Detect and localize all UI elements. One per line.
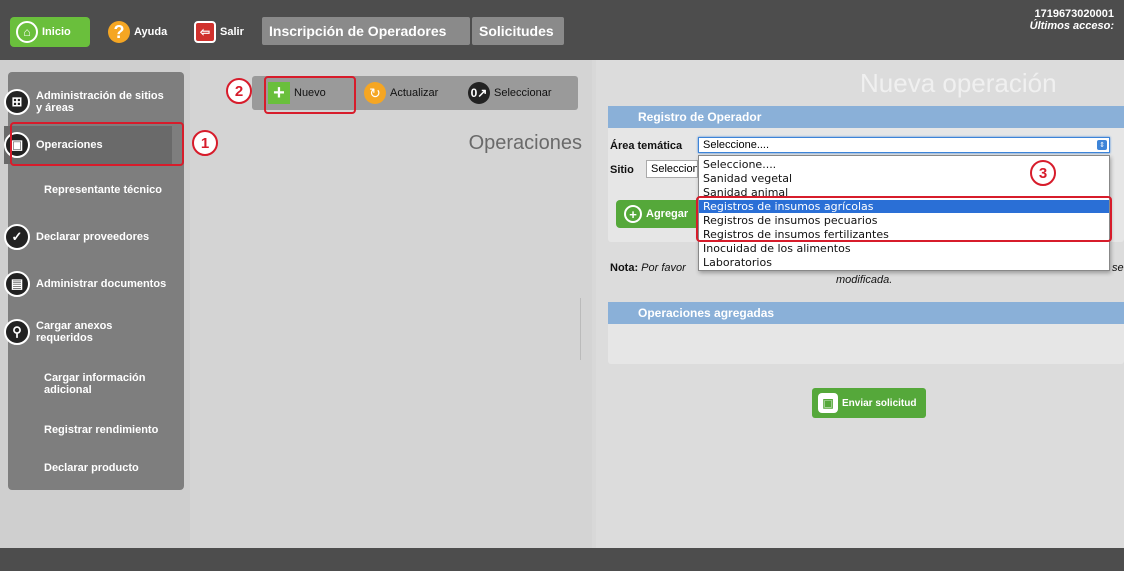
sitemap-icon: ⊞ <box>4 89 30 115</box>
tab-solicitudes[interactable]: Solicitudes <box>472 17 564 45</box>
seleccionar-button[interactable]: 0↗ Seleccionar <box>468 79 551 107</box>
exit-icon: ⇦ <box>194 21 216 43</box>
sidebar-item-representante-tecnico[interactable]: Representante técnico <box>4 176 172 204</box>
enviar-label: Enviar solicitud <box>842 397 917 409</box>
sidebar-item-administrar-documentos[interactable]: ▤ Administrar documentos <box>4 268 172 300</box>
paperclip-icon: ⚲ <box>4 319 30 345</box>
operaciones-title: Operaciones <box>468 132 582 154</box>
refresh-icon: ↻ <box>364 82 386 104</box>
top-bar: ⌂ Inicio ? Ayuda ⇦ Salir Inscripción de … <box>0 0 1124 60</box>
nueva-operacion-title: Nueva operación <box>860 68 1057 98</box>
sidebar-item-cargar-anexos[interactable]: ⚲ Cargar anexos requeridos <box>4 316 172 348</box>
select-pointer-icon: 0↗ <box>468 82 490 104</box>
user-info: 1719673020001 Últimos acceso: <box>1030 8 1114 32</box>
enviar-solicitud-button[interactable]: ▣ Enviar solicitud <box>812 388 926 418</box>
area-tematica-label: Área temática <box>610 140 683 152</box>
salir-label: Salir <box>220 26 244 38</box>
sidebar-item-declarar-producto[interactable]: Declarar producto <box>4 458 172 478</box>
ayuda-button[interactable]: ? Ayuda <box>102 17 178 47</box>
dropdown-option[interactable]: Inocuidad de los alimentos <box>699 242 1109 255</box>
sidebar-item-declarar-proveedores[interactable]: ✓ Declarar proveedores <box>4 222 172 252</box>
inicio-label: Inicio <box>42 26 71 38</box>
last-access: Últimos acceso: <box>1029 20 1114 32</box>
footer-bar <box>0 548 1124 571</box>
annotation-box-operaciones <box>10 122 184 166</box>
sidebar-item-registrar-rendimiento[interactable]: Registrar rendimiento <box>4 420 172 440</box>
save-icon: ▣ <box>818 393 838 413</box>
actualizar-label: Actualizar <box>390 87 439 99</box>
sitio-value: Seleccione.... <box>651 163 697 175</box>
sidebar-item-administracion-sitios[interactable]: ⊞ Administración de sitios y áreas <box>4 86 172 118</box>
seleccionar-label: Seleccionar <box>494 87 552 99</box>
user-id: 1719673020001 <box>1034 8 1114 20</box>
sidebar-item-label: Cargar anexos requeridos <box>36 320 113 344</box>
nota-label: Nota: <box>610 262 639 274</box>
sitio-select[interactable]: Seleccione.... <box>646 160 698 178</box>
annotation-number-3: 3 <box>1030 160 1056 186</box>
salir-button[interactable]: ⇦ Salir <box>188 17 248 47</box>
home-icon: ⌂ <box>16 21 38 43</box>
help-icon: ? <box>108 21 130 43</box>
tab-inscripcion-operadores[interactable]: Inscripción de Operadores <box>262 17 470 45</box>
panel-divider[interactable] <box>580 298 581 360</box>
operaciones-agregadas-header: Operaciones agregadas <box>608 302 1124 324</box>
documents-icon: ▤ <box>4 271 30 297</box>
inicio-button[interactable]: ⌂ Inicio <box>10 17 90 47</box>
sitio-label: Sitio <box>610 164 634 176</box>
agregar-button[interactable]: + Agregar <box>616 200 700 228</box>
sidebar-item-label: Representante técnico <box>44 184 162 196</box>
operaciones-agregadas-panel: Operaciones agregadas <box>608 302 1124 364</box>
sidebar-item-cargar-informacion[interactable]: Cargar información adicional <box>4 368 172 400</box>
annotation-box-insumos <box>696 196 1112 242</box>
area-tematica-select[interactable]: Seleccione.... ⇕ <box>698 137 1110 153</box>
sidebar-item-label: Administración de sitios y áreas <box>36 90 164 114</box>
dropdown-option[interactable]: Laboratorios <box>699 256 1109 269</box>
sidebar-item-label: Administrar documentos <box>36 278 167 290</box>
sidebar-item-label: Declarar proveedores <box>36 231 150 243</box>
sidebar-item-label: Cargar información adicional <box>44 372 146 396</box>
agregar-label: Agregar <box>646 208 689 220</box>
annotation-number-2: 2 <box>226 78 252 104</box>
nota-text: Nota: Por favor <box>610 262 686 274</box>
select-arrows-icon: ⇕ <box>1097 140 1107 150</box>
area-tematica-value: Seleccione.... <box>703 139 770 151</box>
sidebar-item-label: Declarar producto <box>44 462 139 474</box>
registro-operador-header: Registro de Operador <box>608 106 1124 128</box>
sidebar-item-label: Registrar rendimiento <box>44 424 159 436</box>
nota-modificada: modificada. <box>836 274 893 286</box>
nota-end: se <box>1112 262 1124 274</box>
annotation-box-nuevo <box>264 76 356 114</box>
annotation-number-1: 1 <box>192 130 218 156</box>
plus-circle-icon: + <box>624 205 642 223</box>
actualizar-button[interactable]: ↻ Actualizar <box>364 79 438 107</box>
ayuda-label: Ayuda <box>134 26 168 38</box>
checklist-icon: ✓ <box>4 224 30 250</box>
nota-body: Por favor <box>641 262 686 274</box>
